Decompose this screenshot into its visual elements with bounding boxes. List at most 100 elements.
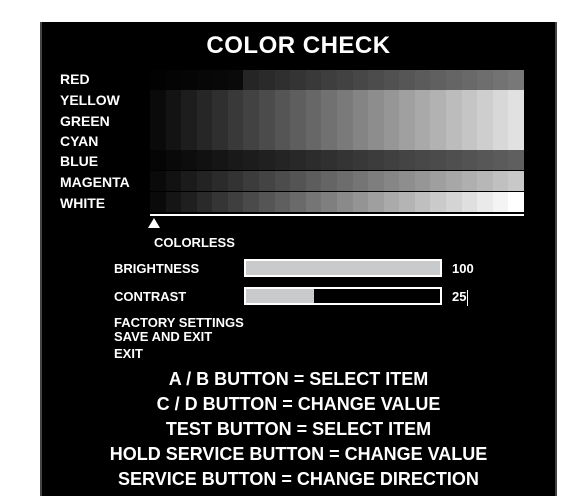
ramp-green	[150, 110, 524, 130]
ramp-cell	[196, 90, 213, 110]
ramp-cell	[212, 192, 228, 212]
ramp-cell	[243, 110, 260, 130]
ramp-cell	[445, 130, 462, 150]
brightness-label[interactable]: BRIGHTNESS	[114, 261, 199, 276]
ramp-cell	[150, 130, 166, 150]
ramp-cell	[399, 150, 415, 170]
factory-settings-item[interactable]: FACTORY SETTINGS	[114, 316, 244, 329]
ramp-cell	[477, 110, 493, 130]
contrast-bar[interactable]	[244, 287, 442, 305]
brightness-value: 100	[452, 261, 474, 276]
ramp-cell	[243, 130, 260, 150]
ramp-cell	[492, 150, 509, 170]
ramp-cell	[305, 171, 322, 191]
ramp-cyan	[150, 130, 524, 150]
ramp-cell	[461, 90, 478, 110]
ramp-cell	[165, 70, 182, 90]
ramp-cell	[445, 171, 462, 191]
contrast-label[interactable]: CONTRAST	[114, 289, 186, 304]
ramp-cell	[181, 171, 197, 191]
ramp-cell	[414, 90, 431, 110]
ramp-cell	[259, 110, 275, 130]
ramp-cell	[336, 171, 353, 191]
ramp-cell	[492, 192, 509, 212]
ramp-cell	[290, 150, 306, 170]
ramp-cell	[508, 192, 524, 212]
ramp-cell	[227, 192, 244, 212]
ramp-cell	[243, 150, 260, 170]
ramp-cell	[492, 130, 509, 150]
ramp-cell	[336, 110, 353, 130]
ramp-cell	[430, 150, 446, 170]
ramp-cell	[305, 70, 322, 90]
ramp-cell	[321, 70, 337, 90]
ramp-cell	[196, 70, 213, 90]
ramp-cell	[259, 150, 275, 170]
ramp-cell	[368, 130, 384, 150]
brightness-bar[interactable]	[244, 259, 442, 277]
ramp-cell	[336, 150, 353, 170]
ramp-blue	[150, 150, 524, 170]
ramp-cell	[445, 150, 462, 170]
ramp-cell	[383, 90, 400, 110]
ramp-cell	[336, 130, 353, 150]
ramp-cell	[383, 70, 400, 90]
ramp-cell	[259, 192, 275, 212]
ramp-cell	[274, 90, 291, 110]
ramp-cell	[383, 171, 400, 191]
ramp-cell	[336, 192, 353, 212]
ramp-cell	[321, 171, 337, 191]
help-line-3: TEST BUTTON = SELECT ITEM	[165, 419, 432, 439]
ramp-cell	[227, 70, 244, 90]
ramp-cell	[243, 90, 260, 110]
ramp-cell	[274, 130, 291, 150]
ramp-red	[150, 70, 524, 90]
ramp-cell	[477, 70, 493, 90]
ramp-cell	[477, 192, 493, 212]
exit-item[interactable]: EXIT	[114, 347, 143, 360]
ramp-cell	[165, 192, 182, 212]
ramp-cell	[399, 171, 415, 191]
label-white: WHITE	[60, 195, 106, 211]
ramp-cell	[352, 192, 369, 212]
ramp-cell	[259, 171, 275, 191]
ramp-cell	[227, 110, 244, 130]
ramp-cell	[368, 90, 384, 110]
ramp-cell	[259, 130, 275, 150]
ramp-cell	[414, 171, 431, 191]
colorless-label[interactable]: COLORLESS	[154, 235, 235, 250]
ramp-cell	[383, 150, 400, 170]
ramp-cell	[430, 90, 446, 110]
ramp-cell	[352, 70, 369, 90]
ramp-cell	[352, 110, 369, 130]
ramp-cell	[212, 110, 228, 130]
label-magenta: MAGENTA	[60, 174, 130, 190]
ramp-cell	[196, 110, 213, 130]
ramp-cell	[305, 130, 322, 150]
save-and-exit-item[interactable]: SAVE AND EXIT	[114, 330, 212, 343]
ramp-cell	[508, 70, 524, 90]
ramp-cell	[181, 70, 197, 90]
ramp-cell	[399, 130, 415, 150]
ramp-cell	[290, 70, 306, 90]
ramp-cell	[461, 130, 478, 150]
ramp-cell	[321, 110, 337, 130]
ramp-cell	[212, 130, 228, 150]
ramp-cell	[165, 150, 182, 170]
ramp-cell	[243, 192, 260, 212]
ramp-cell	[181, 150, 197, 170]
ramp-cell	[461, 110, 478, 130]
ramp-cell	[150, 192, 166, 212]
up-triangle-icon	[148, 218, 160, 228]
ramp-cell	[492, 110, 509, 130]
ramp-cell	[305, 90, 322, 110]
page-title: COLOR CHECK	[206, 32, 391, 59]
contrast-value: 25	[452, 289, 467, 304]
ramp-cell	[414, 130, 431, 150]
ramp-cell	[336, 70, 353, 90]
ramp-cell	[368, 110, 384, 130]
ramp-cell	[399, 90, 415, 110]
ramp-cell	[227, 150, 244, 170]
ramp-cell	[430, 130, 446, 150]
contrast-value-wrap: 25	[452, 289, 469, 306]
